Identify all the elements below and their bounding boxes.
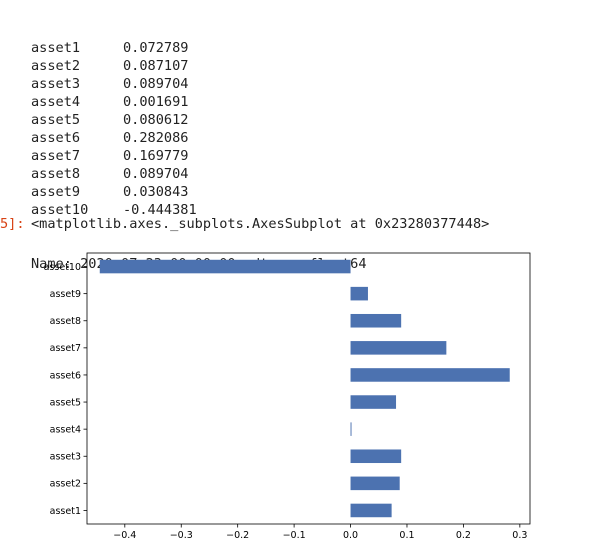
- y-tick-label: asset7: [50, 343, 81, 354]
- y-tick-label: asset4: [50, 424, 81, 435]
- series-row: asset8 0.089704: [31, 165, 367, 183]
- x-tick-label: 0.1: [399, 530, 414, 541]
- bar-asset10: [99, 259, 351, 274]
- bar-asset5: [350, 395, 397, 409]
- y-tick-label: asset10: [44, 262, 81, 273]
- series-value: 0.001691: [123, 94, 189, 110]
- series-value: 0.089704: [123, 166, 189, 182]
- series-index: asset7: [31, 148, 81, 164]
- bar-chart: asset1 asset2 asset3 asset4 asset5 asset6 asse…: [44, 252, 531, 541]
- x-tick-label: 0.2: [456, 530, 471, 541]
- series-row: asset9 0.030843: [31, 183, 367, 201]
- series-index: asset2: [31, 58, 81, 74]
- x-tick-label: −0.4: [113, 530, 136, 541]
- y-tick-label: asset2: [50, 479, 81, 490]
- output-prompt: 5]:: [0, 216, 25, 232]
- y-tick-label: asset8: [50, 316, 81, 327]
- series-row: asset5 0.080612: [31, 111, 367, 129]
- series-row: asset1 0.072789: [31, 39, 367, 57]
- bar-asset8: [350, 313, 402, 328]
- x-tick-label: 0.3: [512, 530, 527, 541]
- series-value: 0.089704: [123, 76, 189, 92]
- series-index: asset3: [31, 76, 81, 92]
- series-row: asset6 0.282086: [31, 129, 367, 147]
- series-index: asset1: [31, 40, 81, 56]
- x-tick-label: −0.1: [283, 530, 306, 541]
- x-tick-label: −0.3: [170, 530, 193, 541]
- series-rows: asset1 0.072789 asset2 0.087107 asset3 0.0897…: [31, 39, 367, 219]
- x-tick-label: −0.2: [226, 530, 249, 541]
- series-value: 0.169779: [123, 148, 189, 164]
- bar-asset3: [350, 449, 402, 464]
- axes-repr-text: <matplotlib.axes._subplots.AxesSubplot a…: [31, 216, 490, 232]
- x-tick-label: 0.0: [343, 530, 358, 541]
- bar-asset9: [350, 286, 368, 301]
- series-row: asset7 0.169779: [31, 147, 367, 165]
- series-index: asset4: [31, 94, 81, 110]
- bar-asset7: [350, 341, 447, 355]
- bar-asset1: [350, 503, 392, 518]
- axes-frame: [86, 252, 531, 525]
- bar-asset2: [350, 476, 400, 491]
- y-tick-label: asset5: [50, 397, 81, 408]
- series-value: 0.087107: [123, 58, 189, 74]
- series-index: asset8: [31, 166, 81, 182]
- series-index: asset9: [31, 184, 81, 200]
- series-value: 0.282086: [123, 130, 189, 146]
- series-row: asset4 0.001691: [31, 93, 367, 111]
- series-index: asset5: [31, 112, 81, 128]
- series-index: asset6: [31, 130, 81, 146]
- series-value: 0.080612: [123, 112, 189, 128]
- series-value: 0.030843: [123, 184, 189, 200]
- y-tick-label: asset6: [50, 370, 81, 381]
- series-row: asset3 0.089704: [31, 75, 367, 93]
- y-tick-label: asset3: [50, 452, 81, 463]
- series-row: asset2 0.087107: [31, 57, 367, 75]
- y-tick-label: asset9: [50, 289, 81, 300]
- series-value: 0.072789: [123, 40, 189, 56]
- bar-asset4: [350, 422, 352, 436]
- y-tick-label: asset1: [50, 506, 81, 517]
- bar-asset6: [350, 368, 510, 382]
